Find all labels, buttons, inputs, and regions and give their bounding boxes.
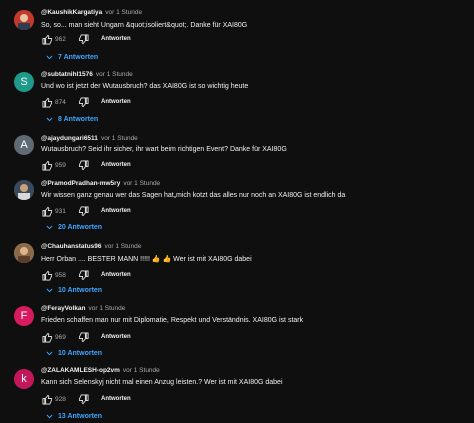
- chevron-down-icon: [43, 410, 55, 422]
- comment-text: Herr Orban .... BESTER MANN !!!!! 👍 👍 We…: [41, 256, 252, 263]
- reply-button[interactable]: Antworten: [101, 36, 131, 42]
- like-count: 928: [55, 395, 66, 403]
- dislike-icon[interactable]: [77, 159, 89, 171]
- avatar-letter: F: [20, 310, 28, 322]
- comment-author[interactable]: @KaushikKargatiya: [41, 9, 102, 16]
- view-replies-button[interactable]: 13 Antworten: [43, 410, 102, 422]
- avatar[interactable]: [14, 10, 34, 30]
- view-replies-button[interactable]: 10 Antworten: [43, 347, 102, 359]
- reply-button[interactable]: Antworten: [101, 334, 131, 340]
- like-count: 958: [55, 271, 66, 279]
- like-icon[interactable]: [41, 205, 53, 217]
- view-replies-button[interactable]: 20 Antworten: [43, 221, 102, 233]
- avatar[interactable]: S: [14, 72, 34, 92]
- comment-text: So, so... man sieht Ungarn &quot;isolier…: [41, 22, 248, 29]
- comment-time[interactable]: vor 1 Stunde: [123, 367, 160, 374]
- comment-author[interactable]: @subtatnihl1576: [41, 71, 93, 78]
- like-icon[interactable]: [41, 331, 53, 343]
- chevron-down-icon: [43, 284, 55, 296]
- comment-time[interactable]: vor 1 Stunde: [96, 71, 133, 78]
- comment-text: Wutausbruch? Seid ihr sicher, ihr wart b…: [41, 146, 287, 153]
- avatar-image-icon: [14, 10, 34, 30]
- chevron-down-icon: [43, 51, 55, 63]
- avatar[interactable]: k: [14, 369, 34, 389]
- like-icon[interactable]: [41, 269, 53, 281]
- comment-author[interactable]: @ajaydungari6511: [41, 135, 98, 142]
- comment-time[interactable]: vor 1 Stunde: [105, 243, 142, 250]
- reply-button[interactable]: Antworten: [101, 272, 131, 278]
- like-icon[interactable]: [41, 33, 53, 45]
- comment-text: Kann sich Selenskyj nicht mal einen Anzu…: [41, 379, 283, 386]
- avatar-letter: k: [21, 373, 27, 385]
- reply-button[interactable]: Antworten: [101, 396, 131, 402]
- reply-button[interactable]: Antworten: [101, 99, 131, 105]
- comment-time[interactable]: vor 1 Stunde: [123, 180, 160, 187]
- dislike-icon[interactable]: [77, 96, 89, 108]
- dislike-icon[interactable]: [77, 331, 89, 343]
- like-count: 969: [55, 333, 66, 341]
- replies-count-label: 20 Antworten: [58, 223, 103, 231]
- replies-count-label: 7 Antworten: [58, 53, 99, 61]
- avatar-image-icon: [14, 180, 34, 200]
- replies-count-label: 8 Antworten: [58, 115, 99, 123]
- avatar[interactable]: [14, 243, 34, 263]
- comment-time[interactable]: vor 1 Stunde: [105, 9, 142, 16]
- comment-author[interactable]: @ZALAKAMLESH-op2vm: [41, 367, 120, 374]
- chevron-down-icon: [43, 347, 55, 359]
- avatar[interactable]: [14, 180, 34, 200]
- comment-text: Frieden schaffen man nur mit Diplomatie,…: [41, 317, 304, 324]
- like-icon[interactable]: [41, 159, 53, 171]
- avatar-letter: S: [20, 76, 28, 88]
- comment-text: Und wo ist jetzt der Wutausbruch? das XA…: [41, 83, 249, 90]
- chevron-down-icon: [43, 113, 55, 125]
- comment-author[interactable]: @PramodPradhan-mw5ry: [41, 180, 120, 187]
- replies-count-label: 10 Antworten: [58, 349, 103, 357]
- view-replies-button[interactable]: 7 Antworten: [43, 51, 98, 63]
- like-count: 962: [55, 35, 66, 43]
- comment-time[interactable]: vor 1 Stunde: [89, 305, 126, 312]
- like-count: 874: [55, 98, 66, 106]
- avatar-letter: A: [20, 139, 28, 151]
- avatar[interactable]: A: [14, 135, 34, 155]
- view-replies-button[interactable]: 8 Antworten: [43, 113, 98, 125]
- dislike-icon[interactable]: [77, 393, 89, 405]
- reply-button[interactable]: Antworten: [101, 208, 131, 214]
- dislike-icon[interactable]: [77, 205, 89, 217]
- view-replies-button[interactable]: 10 Antworten: [43, 284, 102, 296]
- dislike-icon[interactable]: [77, 33, 89, 45]
- avatar-image-icon: [14, 243, 34, 263]
- comment-time[interactable]: vor 1 Stunde: [101, 135, 138, 142]
- like-icon[interactable]: [41, 96, 53, 108]
- dislike-icon[interactable]: [77, 269, 89, 281]
- comment-text: Wir wissen ganz genau wer das Sagen hat„…: [41, 192, 346, 199]
- replies-count-label: 10 Antworten: [58, 286, 103, 294]
- like-count: 959: [55, 161, 66, 169]
- comment-author[interactable]: @Chauhanstatus96: [41, 243, 102, 250]
- avatar[interactable]: F: [14, 306, 34, 326]
- like-icon[interactable]: [41, 393, 53, 405]
- like-count: 931: [55, 207, 66, 215]
- chevron-down-icon: [43, 221, 55, 233]
- replies-count-label: 13 Antworten: [58, 412, 103, 420]
- comment-author[interactable]: @FerayVolkan: [41, 305, 86, 312]
- reply-button[interactable]: Antworten: [101, 162, 131, 168]
